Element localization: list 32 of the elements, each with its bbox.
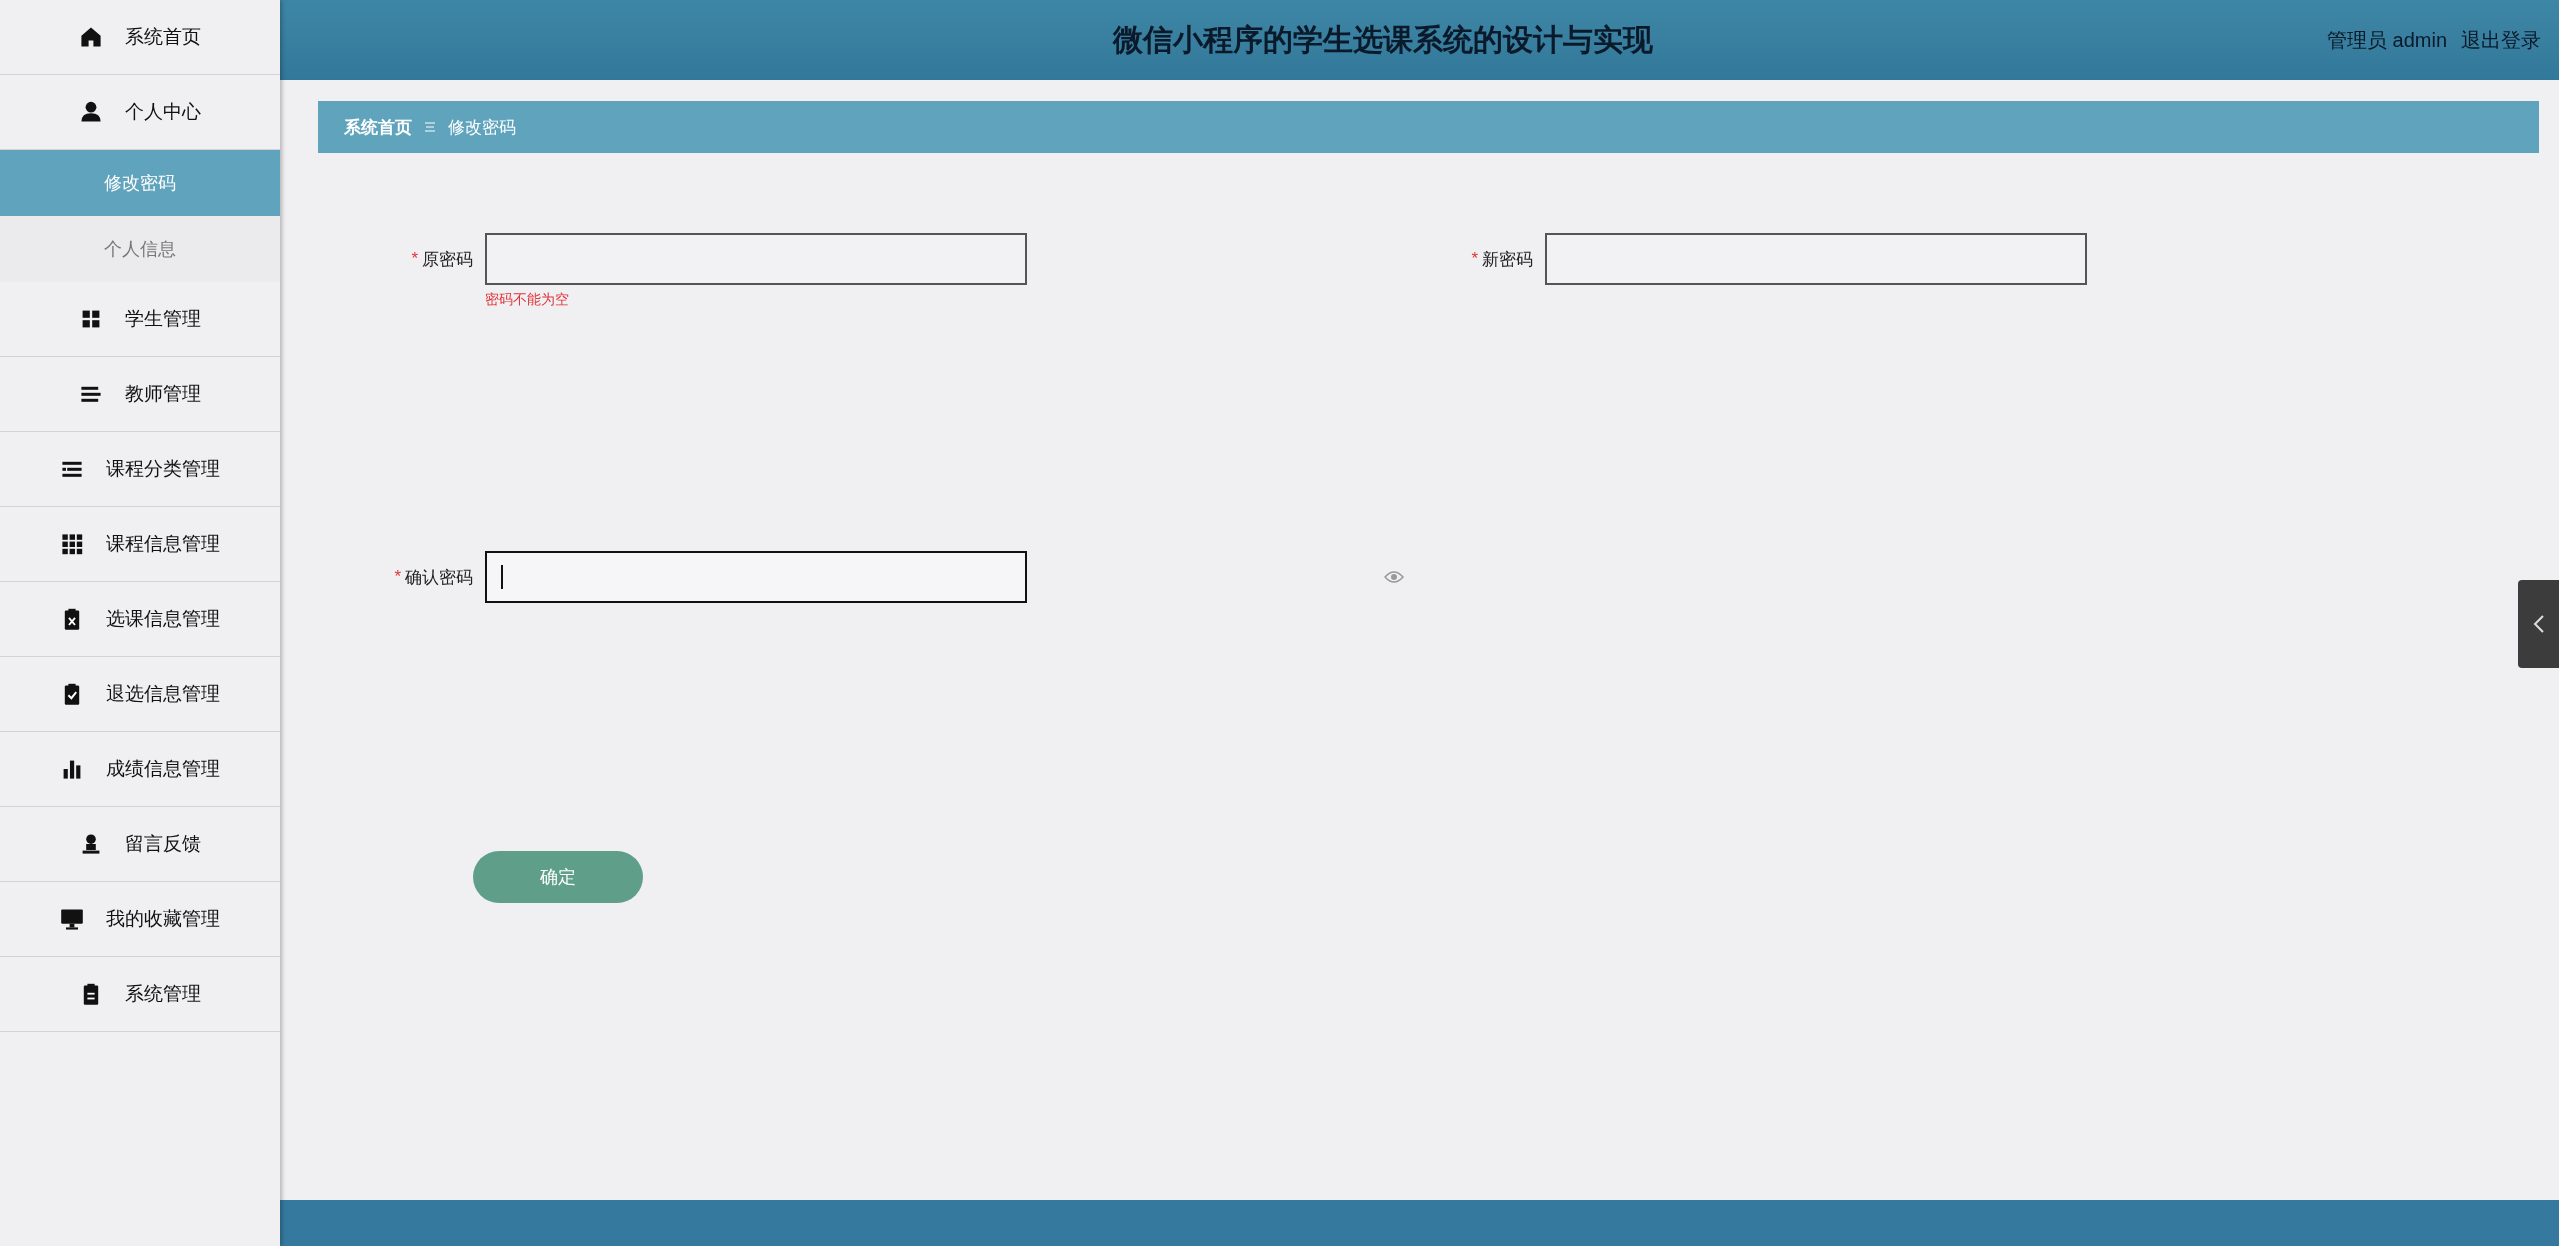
logout-link[interactable]: 退出登录	[2461, 26, 2541, 54]
sidebar-item[interactable]: 课程分类管理	[0, 432, 280, 507]
separator-icon	[424, 121, 436, 133]
field-label: 新密码	[1482, 248, 1533, 271]
grid-icon	[60, 532, 84, 556]
sidebar-item[interactable]: 我的收藏管理	[0, 882, 280, 957]
sidebar-item[interactable]: 课程信息管理	[0, 507, 280, 582]
field-label: 确认密码	[405, 566, 473, 589]
error-message: 密码不能为空	[485, 291, 570, 309]
password-field[interactable]	[485, 551, 1027, 603]
required-mark: *	[394, 567, 401, 587]
sidebar-item[interactable]: 学生管理	[0, 282, 280, 357]
required-mark: *	[1471, 249, 1478, 269]
password-field[interactable]	[485, 233, 1027, 285]
field-label: 原密码	[422, 248, 473, 271]
required-mark: *	[411, 249, 418, 269]
monitor-icon	[60, 907, 84, 931]
person-icon	[79, 100, 103, 124]
sidebar-item[interactable]: 留言反馈	[0, 807, 280, 882]
sidebar-item[interactable]: 选课信息管理	[0, 582, 280, 657]
panel-toggle-button[interactable]	[2518, 580, 2559, 668]
user-label: 管理员 admin	[2326, 27, 2447, 53]
home-icon	[79, 25, 103, 49]
password-field[interactable]	[1545, 233, 2087, 285]
sidebar-item[interactable]: 系统管理	[0, 957, 280, 1032]
breadcrumb-current: 修改密码	[448, 116, 516, 139]
submenu-item[interactable]: 个人信息	[0, 216, 280, 282]
sidebar-item[interactable]: 退选信息管理	[0, 657, 280, 732]
chevron-left-icon	[2531, 613, 2546, 635]
page-title: 微信小程序的学生选课系统的设计与实现	[1111, 21, 1655, 58]
sidebar-item[interactable]: 成绩信息管理	[0, 732, 280, 807]
sidebar-item[interactable]: 教师管理	[0, 357, 280, 432]
